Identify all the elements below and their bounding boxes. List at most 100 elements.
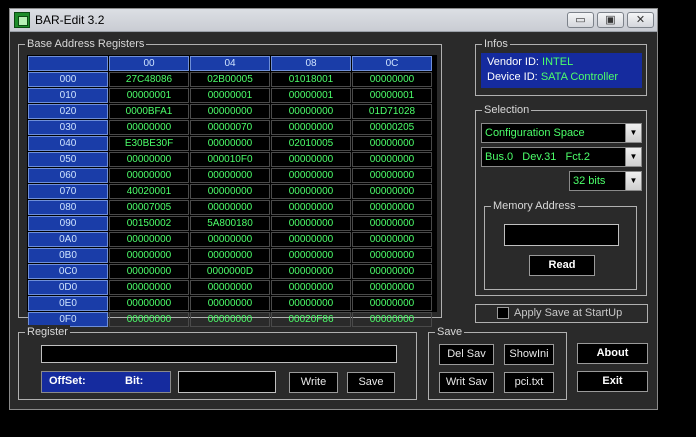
- register-cell[interactable]: 00007005: [109, 200, 189, 215]
- register-cell[interactable]: 000010F0: [190, 152, 270, 167]
- register-cell[interactable]: 00000000: [271, 168, 351, 183]
- memory-address-input[interactable]: [504, 224, 619, 246]
- register-cell[interactable]: 00000000: [190, 312, 270, 327]
- register-cell[interactable]: 00000000: [190, 168, 270, 183]
- register-cell[interactable]: 00000000: [352, 296, 432, 311]
- register-cell[interactable]: 00000000: [109, 248, 189, 263]
- register-cell[interactable]: 00000000: [190, 104, 270, 119]
- register-grid-header: 00 04 08 0C: [28, 56, 432, 71]
- chevron-down-icon[interactable]: ▼: [625, 172, 641, 190]
- close-button[interactable]: ✕: [627, 12, 654, 28]
- register-cell[interactable]: 00000000: [271, 296, 351, 311]
- register-cell[interactable]: 00000000: [271, 232, 351, 247]
- bdf-select[interactable]: Bus.0 Dev.31 Fct.2 ▼: [481, 147, 642, 167]
- register-cell[interactable]: 00000001: [352, 88, 432, 103]
- register-cell[interactable]: 00000001: [109, 88, 189, 103]
- save-button[interactable]: Save: [347, 372, 395, 393]
- register-cell[interactable]: 00000000: [352, 72, 432, 87]
- register-cell[interactable]: 00000000: [352, 136, 432, 151]
- column-header: 0C: [352, 56, 432, 71]
- register-cell[interactable]: 00000000: [190, 296, 270, 311]
- register-cell[interactable]: 00000000: [190, 184, 270, 199]
- register-cell[interactable]: 27C48086: [109, 72, 189, 87]
- bit-input[interactable]: [178, 371, 276, 393]
- register-cell[interactable]: 00000001: [271, 88, 351, 103]
- row-address: 030: [28, 120, 108, 135]
- table-row: 040 E30BE30F 00000000 02010005 00000000: [28, 136, 432, 151]
- apply-save-option[interactable]: Apply Save at StartUp: [475, 304, 648, 323]
- register-cell[interactable]: 00000000: [271, 120, 351, 135]
- register-cell[interactable]: 00000205: [352, 120, 432, 135]
- register-cell[interactable]: 00000000: [190, 248, 270, 263]
- exit-button[interactable]: Exit: [577, 371, 648, 392]
- register-cell[interactable]: 00000000: [271, 216, 351, 231]
- about-button[interactable]: About: [577, 343, 648, 364]
- width-select[interactable]: 32 bits ▼: [569, 171, 642, 191]
- register-cell[interactable]: 00000000: [352, 184, 432, 199]
- register-cell[interactable]: E30BE30F: [109, 136, 189, 151]
- chevron-down-icon[interactable]: ▼: [625, 124, 641, 142]
- register-cell[interactable]: 00000000: [109, 296, 189, 311]
- register-cell[interactable]: 00020F86: [271, 312, 351, 327]
- register-cell[interactable]: 00000000: [271, 264, 351, 279]
- del-sav-button[interactable]: Del Sav: [439, 344, 494, 365]
- register-cell[interactable]: 00000000: [109, 120, 189, 135]
- register-cell[interactable]: 00000001: [190, 88, 270, 103]
- register-cell[interactable]: 00000000: [352, 200, 432, 215]
- showini-button[interactable]: ShowIni: [504, 344, 554, 365]
- memory-address-label: Memory Address: [491, 199, 578, 213]
- chevron-down-icon[interactable]: ▼: [625, 148, 641, 166]
- register-cell[interactable]: 00000000: [109, 280, 189, 295]
- register-cell[interactable]: 40020001: [109, 184, 189, 199]
- register-cell[interactable]: 02B00005: [190, 72, 270, 87]
- register-cell[interactable]: 0000BFA1: [109, 104, 189, 119]
- register-cell[interactable]: 00000000: [352, 216, 432, 231]
- register-cell[interactable]: 00000000: [271, 104, 351, 119]
- table-row: 030 00000000 00000070 00000000 00000205: [28, 120, 432, 135]
- register-cell[interactable]: 00000000: [190, 280, 270, 295]
- pci-txt-button[interactable]: pci.txt: [504, 372, 554, 393]
- register-cell[interactable]: 01018001: [271, 72, 351, 87]
- space-select[interactable]: Configuration Space ▼: [481, 123, 642, 143]
- read-button[interactable]: Read: [529, 255, 595, 276]
- register-cell[interactable]: 00000000: [352, 264, 432, 279]
- client-area: Base Address Registers 00 04 08 0C 000 27C48…: [10, 33, 657, 409]
- title-bar[interactable]: BAR-Edit 3.2 ▭ ▣ ✕: [10, 9, 657, 32]
- register-cell[interactable]: 00000000: [352, 152, 432, 167]
- apply-save-checkbox[interactable]: [497, 307, 509, 319]
- space-select-value: Configuration Space: [485, 127, 585, 139]
- register-cell[interactable]: 00000000: [352, 168, 432, 183]
- register-cell[interactable]: 00000000: [109, 232, 189, 247]
- register-cell[interactable]: 00000000: [109, 312, 189, 327]
- minimize-button[interactable]: ▭: [567, 12, 594, 28]
- register-cell[interactable]: 00000000: [352, 312, 432, 327]
- register-cell[interactable]: 00000000: [271, 152, 351, 167]
- register-cell[interactable]: 00000000: [190, 232, 270, 247]
- register-cell[interactable]: 00000000: [271, 184, 351, 199]
- writ-sav-button[interactable]: Writ Sav: [439, 372, 494, 393]
- register-cell[interactable]: 00150002: [109, 216, 189, 231]
- register-cell[interactable]: 00000000: [190, 200, 270, 215]
- register-cell[interactable]: 5A800180: [190, 216, 270, 231]
- register-cell[interactable]: 00000000: [352, 232, 432, 247]
- register-cell[interactable]: 00000000: [271, 200, 351, 215]
- register-cell[interactable]: 00000000: [352, 280, 432, 295]
- register-cell[interactable]: 00000000: [109, 152, 189, 167]
- register-cell[interactable]: 00000070: [190, 120, 270, 135]
- register-cell[interactable]: 00000000: [271, 248, 351, 263]
- register-value-input[interactable]: [41, 345, 397, 363]
- register-cell[interactable]: 00000000: [109, 168, 189, 183]
- register-cell[interactable]: 00000000: [109, 264, 189, 279]
- register-cell[interactable]: 02010005: [271, 136, 351, 151]
- register-cell[interactable]: 00000000: [271, 280, 351, 295]
- maximize-button[interactable]: ▣: [597, 12, 624, 28]
- register-cell[interactable]: 00000000: [352, 248, 432, 263]
- register-cell[interactable]: 01D71028: [352, 104, 432, 119]
- register-cell[interactable]: 0000000D: [190, 264, 270, 279]
- register-cell[interactable]: 00000000: [190, 136, 270, 151]
- write-button[interactable]: Write: [289, 372, 338, 393]
- table-row: 0C0 00000000 0000000D 00000000 00000000: [28, 264, 432, 279]
- register-grid[interactable]: 00 04 08 0C 000 27C48086 02B00005 01018001 0000…: [27, 55, 437, 327]
- row-address: 060: [28, 168, 108, 183]
- table-row: 050 00000000 000010F0 00000000 00000000: [28, 152, 432, 167]
